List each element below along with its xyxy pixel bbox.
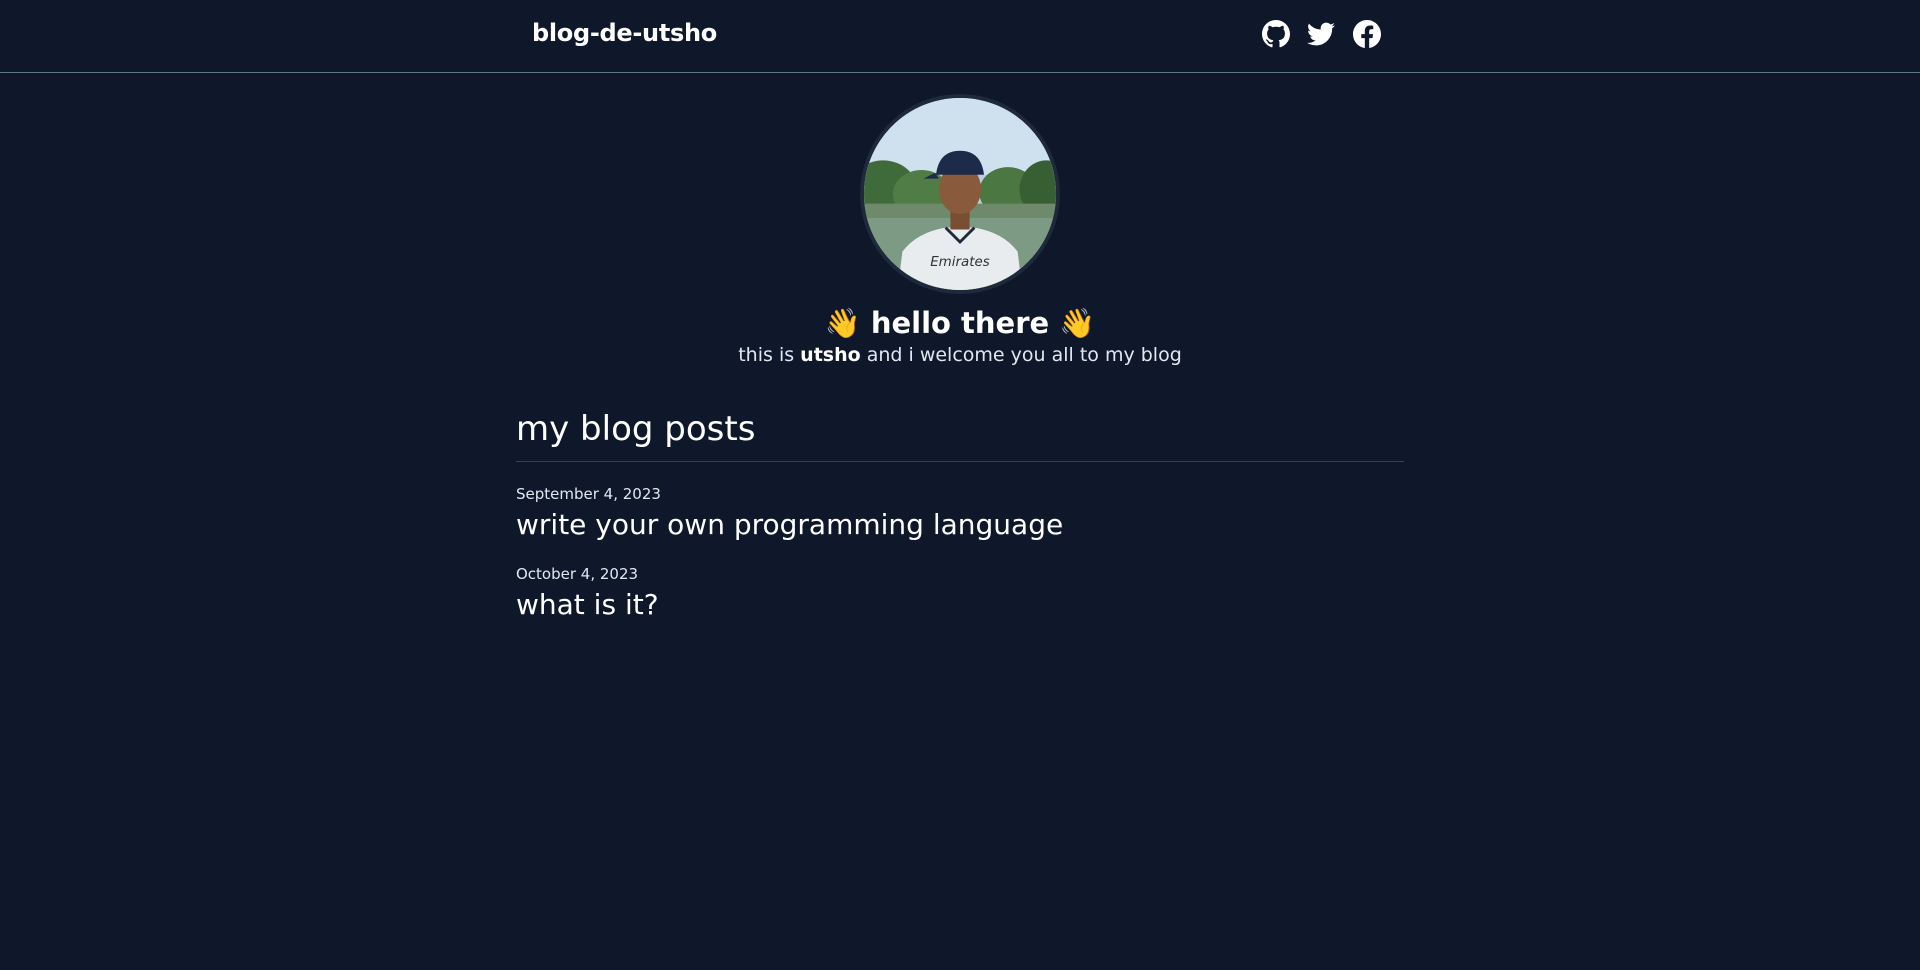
section-title: my blog posts bbox=[516, 409, 756, 449]
twitter-link[interactable] bbox=[1307, 20, 1335, 48]
profile-photo: Emirates bbox=[864, 98, 1056, 290]
post-title-link[interactable]: write your own programming language bbox=[516, 507, 1404, 543]
github-link[interactable] bbox=[1262, 20, 1290, 48]
waving-hand-icon: 👋 bbox=[824, 306, 861, 340]
navbar: blog-de-utsho bbox=[0, 0, 1920, 73]
site-brand-link[interactable]: blog-de-utsho bbox=[532, 19, 717, 47]
post-item: October 4, 2023 what is it? bbox=[516, 564, 1404, 623]
post-title-link[interactable]: what is it? bbox=[516, 587, 1404, 623]
intro-name: utsho bbox=[800, 344, 861, 366]
facebook-link[interactable] bbox=[1353, 20, 1381, 48]
facebook-icon bbox=[1353, 20, 1381, 48]
intro-suffix: and i welcome you all to my blog bbox=[866, 344, 1182, 366]
hero-greeting: 👋 hello there 👋 bbox=[0, 300, 1920, 346]
twitter-icon bbox=[1307, 20, 1335, 48]
post-item: September 4, 2023 write your own program… bbox=[516, 484, 1404, 543]
post-date: September 4, 2023 bbox=[516, 485, 661, 503]
hero-greeting-text: hello there bbox=[870, 306, 1050, 340]
github-icon bbox=[1262, 20, 1290, 48]
post-date: October 4, 2023 bbox=[516, 565, 639, 583]
hero-intro: this is utsho and i welcome you all to m… bbox=[0, 341, 1920, 369]
profile-avatar: Emirates bbox=[860, 94, 1060, 294]
intro-prefix: this is bbox=[738, 344, 795, 366]
svg-text:Emirates: Emirates bbox=[930, 255, 990, 270]
section-divider bbox=[516, 461, 1404, 462]
waving-hand-icon: 👋 bbox=[1059, 306, 1096, 340]
